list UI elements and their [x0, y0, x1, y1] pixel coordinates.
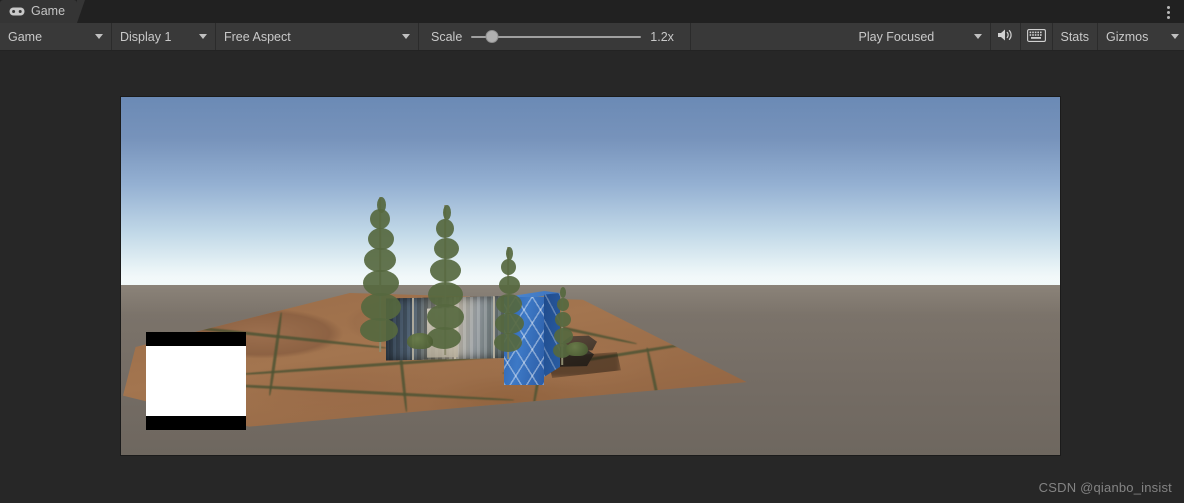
watermark: CSDN @qianbo_insist [1038, 480, 1172, 495]
display-label: Display 1 [120, 29, 172, 44]
tree [423, 205, 467, 355]
gamepad-icon [9, 6, 25, 17]
game-viewport[interactable] [120, 96, 1061, 456]
tab-game[interactable]: Game [0, 0, 86, 23]
kebab-dot [1166, 15, 1170, 19]
gizmos-dropdown[interactable]: Gizmos [1098, 23, 1184, 50]
aspect-ratio-dropdown[interactable]: Free Aspect [216, 23, 419, 50]
letterbox-bar-bottom [146, 416, 246, 430]
chevron-down-icon [402, 34, 410, 39]
stats-button[interactable]: Stats [1053, 23, 1098, 50]
view-mode-label: Game [8, 29, 43, 44]
stats-label: Stats [1060, 29, 1090, 44]
chevron-down-icon [199, 34, 207, 39]
tree [357, 197, 403, 352]
scale-slider-knob[interactable] [485, 30, 499, 43]
bush [566, 342, 588, 356]
speaker-icon [997, 28, 1014, 45]
overlay-white-area [146, 346, 246, 416]
view-mode-dropdown[interactable]: Game [0, 23, 112, 50]
bush [407, 333, 433, 349]
scale-slider[interactable] [471, 30, 642, 44]
kebab-dot [1166, 5, 1170, 9]
chevron-down-icon [1171, 34, 1179, 39]
scale-value: 1.2x [650, 29, 674, 44]
scale-slider-group: Scale 1.2x [419, 23, 692, 50]
kebab-menu-icon[interactable] [1159, 3, 1177, 21]
aspect-ratio-label: Free Aspect [224, 29, 291, 44]
tree [490, 247, 526, 359]
letterbox-bar-top [146, 332, 246, 346]
scale-label: Scale [431, 29, 463, 44]
game-view-toolbar: Game Display 1 Free Aspect Scale 1.2x Pl… [0, 23, 1184, 51]
sky-gradient [121, 97, 1060, 287]
chevron-down-icon [95, 34, 103, 39]
chevron-down-icon [973, 34, 982, 39]
tab-game-label: Game [31, 4, 66, 19]
keyboard-icon [1026, 28, 1046, 45]
play-mode-label: Play Focused [858, 29, 935, 44]
stats-grid-button[interactable] [1021, 23, 1053, 50]
mute-audio-button[interactable] [991, 23, 1021, 50]
play-mode-dropdown[interactable]: Play Focused [851, 23, 991, 50]
kebab-dot [1166, 10, 1170, 14]
gizmos-label: Gizmos [1106, 29, 1149, 44]
unity-game-window: Game Game Display 1 Free Aspect Scale 1.… [0, 0, 1184, 503]
tab-strip: Game [0, 0, 1184, 23]
ui-overlay-box [146, 332, 246, 430]
display-dropdown[interactable]: Display 1 [112, 23, 216, 50]
